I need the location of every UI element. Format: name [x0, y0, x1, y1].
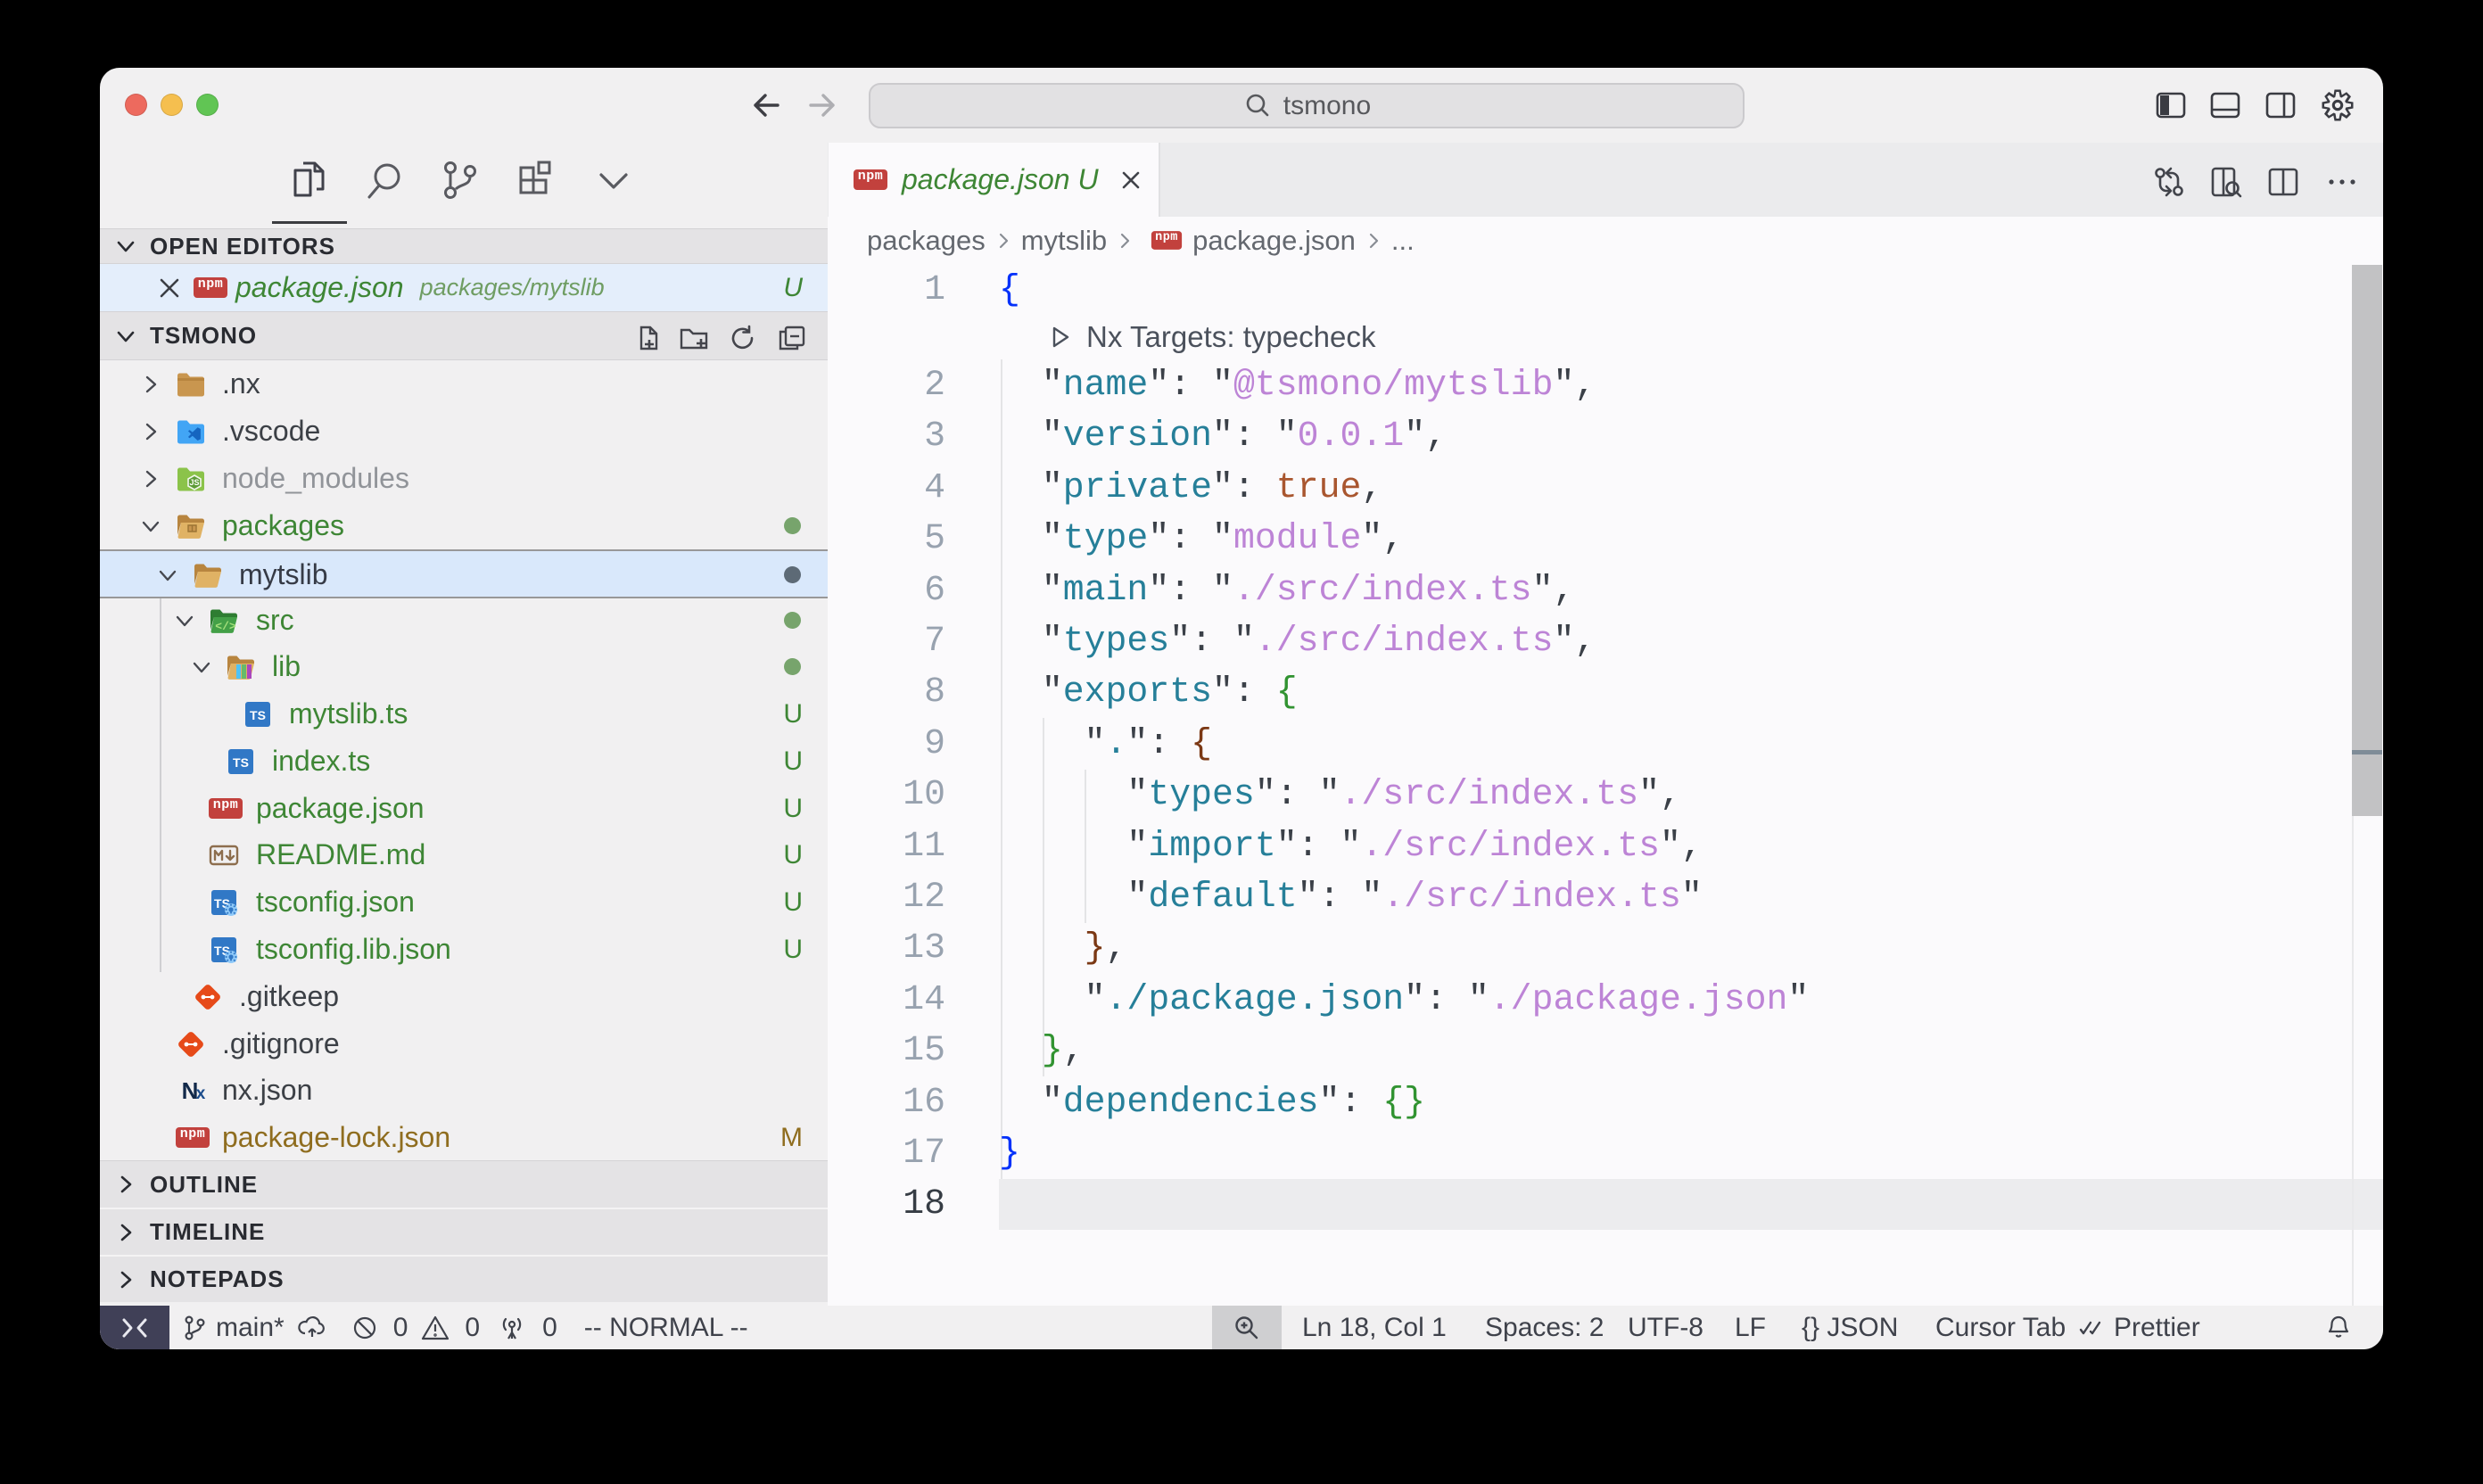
- svg-text:JS: JS: [189, 478, 199, 487]
- svg-text:</>: </>: [215, 620, 236, 633]
- svg-text:x: x: [196, 1084, 206, 1103]
- svg-text:TS: TS: [233, 755, 249, 770]
- svg-text:TS: TS: [250, 708, 266, 722]
